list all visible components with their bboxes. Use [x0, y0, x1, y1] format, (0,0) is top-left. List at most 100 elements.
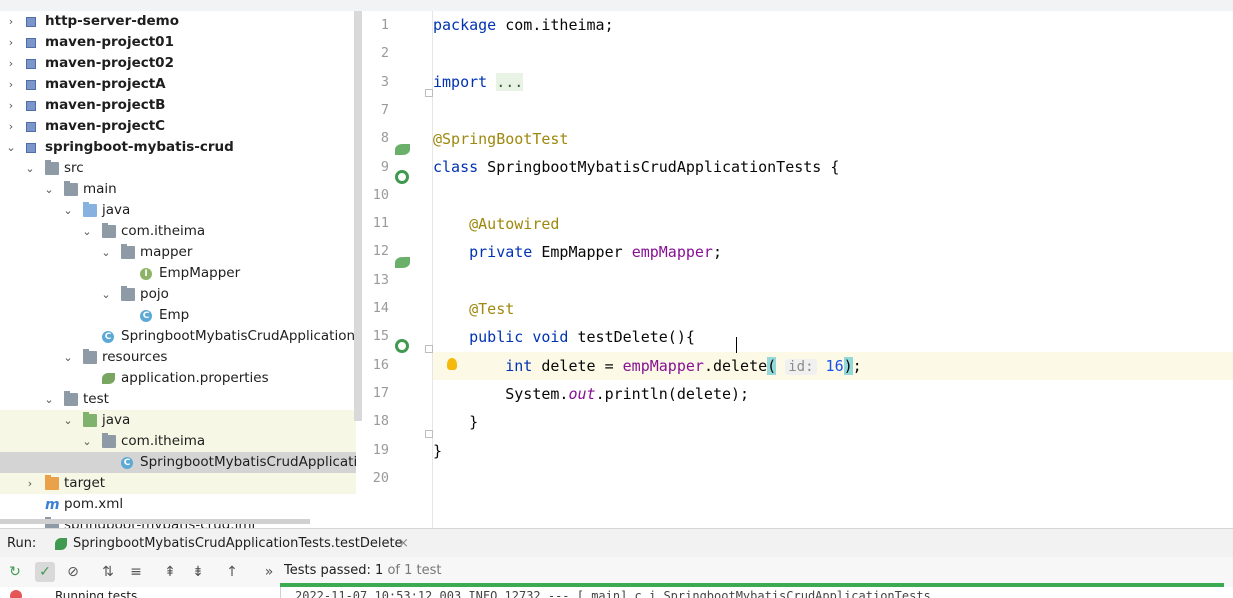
- more-actions-icon[interactable]: »: [259, 562, 279, 582]
- spring-bean-gutter-icon[interactable]: [395, 144, 410, 155]
- package-icon: [121, 286, 135, 301]
- run-tool-window-header: Run: SpringbootMybatisCrudApplicationTes…: [0, 528, 1233, 558]
- sort-duration-icon[interactable]: ≡: [126, 562, 146, 582]
- tree-item[interactable]: C SpringbootMybatisCrudApplicationTests: [0, 452, 356, 473]
- sort-alpha-icon[interactable]: ⇅: [98, 562, 118, 582]
- tree-item[interactable]: ⌄ src: [0, 158, 356, 179]
- code-line-1: package com.itheima;: [433, 16, 614, 34]
- maven-icon: m: [45, 497, 60, 513]
- expand-arrow-icon[interactable]: ›: [4, 53, 18, 74]
- folded-imports[interactable]: ...: [496, 73, 524, 91]
- tree-item-label: maven-project02: [45, 55, 174, 71]
- editor-gutter: 1 2 3 7 8 9 10 11 12 13 14 15 16 17 18 19 20: [365, 11, 433, 528]
- expand-arrow-icon[interactable]: ⌄: [61, 347, 75, 368]
- expand-arrow-icon[interactable]: ⌄: [80, 221, 94, 242]
- top-tab-bar: [0, 0, 1233, 11]
- intention-bulb-icon[interactable]: [447, 358, 457, 370]
- expand-arrow-icon[interactable]: ⌄: [80, 431, 94, 452]
- tree-item-label: SpringbootMybatisCrudApplicationTests: [140, 454, 356, 470]
- tree-item[interactable]: ⌄ com.itheima: [0, 431, 356, 452]
- tree-item[interactable]: › target: [0, 473, 356, 494]
- project-tree: › http-server-demo › maven-project01 › maven-…: [0, 11, 364, 528]
- error-indicator-icon: [10, 590, 22, 598]
- tree-vertical-scrollbar[interactable]: [354, 11, 362, 421]
- tree-item[interactable]: › maven-project01: [0, 32, 356, 53]
- tree-item-label: application.properties: [121, 370, 269, 386]
- resources-folder-icon: [83, 349, 97, 364]
- expand-all-icon[interactable]: ⇞: [160, 562, 180, 582]
- run-test-gutter-icon[interactable]: [395, 339, 409, 353]
- expand-arrow-icon[interactable]: ›: [4, 32, 18, 53]
- tree-item[interactable]: ⌄ test: [0, 389, 356, 410]
- fold-imports-icon[interactable]: [425, 89, 433, 97]
- expand-arrow-icon[interactable]: ⌄: [61, 200, 75, 221]
- line-number: 10: [372, 187, 389, 203]
- expand-arrow-icon[interactable]: ⌄: [23, 158, 37, 179]
- show-passed-icon[interactable]: ✓: [35, 562, 55, 582]
- code-line-18: }: [469, 413, 479, 431]
- tree-item-label: Emp: [159, 307, 190, 323]
- run-class-gutter-icon[interactable]: [395, 170, 409, 184]
- collapse-all-icon[interactable]: ⇟: [188, 562, 208, 582]
- expand-arrow-icon[interactable]: ⌄: [61, 410, 75, 431]
- tree-item-label: com.itheima: [121, 433, 206, 449]
- line-number: 7: [380, 102, 389, 118]
- expand-arrow-icon[interactable]: ›: [4, 95, 18, 116]
- tree-item[interactable]: ⌄ main: [0, 179, 356, 200]
- expand-arrow-icon[interactable]: ⌄: [42, 389, 56, 410]
- run-config-tab[interactable]: SpringbootMybatisCrudApplicationTests.te…: [55, 529, 403, 558]
- autowired-bean-gutter-icon[interactable]: [395, 257, 410, 268]
- line-number: 13: [372, 272, 389, 288]
- tree-item-label: maven-projectB: [45, 97, 166, 113]
- tree-item[interactable]: C Emp: [0, 305, 356, 326]
- code-line-11: @Autowired: [469, 215, 560, 233]
- tree-item[interactable]: ⌄ java: [0, 410, 356, 431]
- tree-item-label: maven-project01: [45, 34, 174, 50]
- tree-item-label: target: [64, 475, 106, 491]
- tree-item[interactable]: › http-server-demo: [0, 11, 356, 32]
- rerun-icon[interactable]: ↻: [5, 562, 25, 582]
- tree-item[interactable]: › maven-projectC: [0, 116, 356, 137]
- expand-arrow-icon[interactable]: ›: [23, 473, 37, 494]
- fold-method-end-icon[interactable]: [425, 430, 433, 438]
- expand-arrow-icon[interactable]: ⌄: [4, 137, 18, 158]
- line-number: 19: [372, 442, 389, 458]
- package-icon: [121, 244, 135, 259]
- tree-item-label: maven-projectA: [45, 76, 166, 92]
- tree-item[interactable]: › maven-project02: [0, 53, 356, 74]
- expand-arrow-icon[interactable]: ⌄: [42, 179, 56, 200]
- tree-item-label: EmpMapper: [159, 265, 241, 281]
- tree-item[interactable]: ⌄ com.itheima: [0, 221, 356, 242]
- tree-item[interactable]: ⌄ springboot-mybatis-crud: [0, 137, 356, 158]
- line-number: 14: [372, 300, 389, 316]
- show-ignored-icon[interactable]: ⊘: [63, 562, 83, 582]
- expand-arrow-icon[interactable]: ⌄: [99, 284, 113, 305]
- tree-item[interactable]: m pom.xml: [0, 494, 356, 515]
- module-icon: [26, 80, 36, 90]
- expand-arrow-icon[interactable]: ›: [4, 116, 18, 137]
- tree-item[interactable]: C SpringbootMybatisCrudApplication: [0, 326, 356, 347]
- expand-arrow-icon[interactable]: ›: [4, 74, 18, 95]
- previous-failed-icon[interactable]: ↑: [222, 562, 242, 582]
- run-label: Run:: [7, 536, 37, 551]
- tree-horizontal-scrollbar[interactable]: [0, 519, 310, 524]
- test-output-area: Running tests 2022-11-07 10:53:12.003 IN…: [0, 587, 1233, 598]
- tree-item-label: main: [83, 181, 117, 197]
- tree-item[interactable]: I EmpMapper: [0, 263, 356, 284]
- expand-arrow-icon[interactable]: ⌄: [99, 242, 113, 263]
- tree-item[interactable]: ⌄ pojo: [0, 284, 356, 305]
- tree-item[interactable]: ⌄ resources: [0, 347, 356, 368]
- code-editor[interactable]: package com.itheima; import ... @SpringB…: [433, 11, 1233, 528]
- tree-item[interactable]: › maven-projectA: [0, 74, 356, 95]
- close-icon[interactable]: ×: [398, 529, 409, 558]
- tree-item[interactable]: ⌄ java: [0, 200, 356, 221]
- code-line-12: private EmpMapper empMapper;: [469, 243, 722, 261]
- code-line-9: class SpringbootMybatisCrudApplicationTe…: [433, 158, 840, 176]
- expand-arrow-icon[interactable]: ›: [4, 11, 18, 32]
- tree-item[interactable]: › maven-projectB: [0, 95, 356, 116]
- fold-method-icon[interactable]: [425, 345, 433, 353]
- tree-item[interactable]: ⌄ mapper: [0, 242, 356, 263]
- tree-item[interactable]: application.properties: [0, 368, 356, 389]
